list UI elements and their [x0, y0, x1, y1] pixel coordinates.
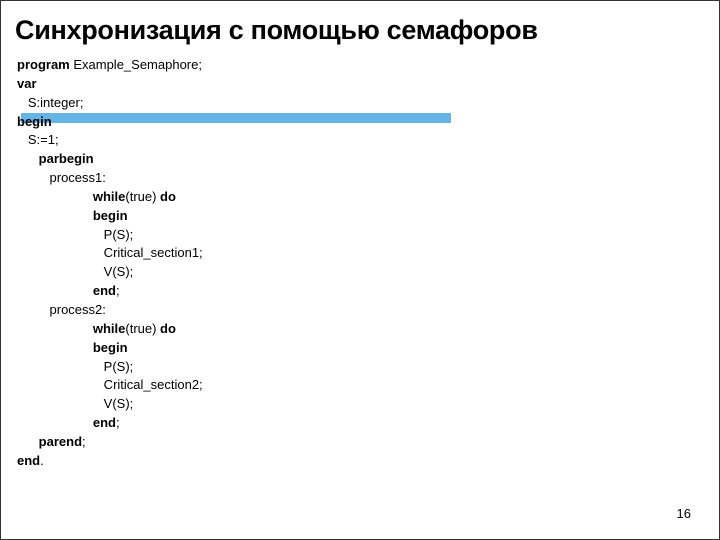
cs2: Critical_section2; — [17, 377, 203, 392]
ps-2: P(S); — [17, 359, 133, 374]
proc1-label: process1: — [17, 170, 106, 185]
while-cond-1: (true) — [125, 189, 160, 204]
kw-program: program — [17, 57, 70, 72]
while-cond-2: (true) — [125, 321, 160, 336]
kw-var: var — [17, 76, 37, 91]
kw-end-1: end — [93, 283, 116, 298]
kw-begin: begin — [17, 114, 52, 129]
kw-do-2: do — [160, 321, 176, 336]
semi-3: ; — [82, 434, 86, 449]
kw-while-1: while — [93, 189, 126, 204]
assign: S:=1; — [17, 132, 59, 147]
slide: Синхронизация с помощью семафоров progra… — [0, 0, 720, 540]
page-number: 16 — [677, 506, 691, 521]
kw-while-2: while — [93, 321, 126, 336]
kw-begin-2: begin — [93, 340, 128, 355]
kw-parend: parend — [39, 434, 82, 449]
slide-title: Синхронизация с помощью семафоров — [1, 1, 719, 50]
kw-do-1: do — [160, 189, 176, 204]
semi-1: ; — [116, 283, 120, 298]
semi-2: ; — [116, 415, 120, 430]
prog-name: Example_Semaphore; — [70, 57, 202, 72]
proc2-label: process2: — [17, 302, 106, 317]
kw-parbegin: parbegin — [39, 151, 94, 166]
ps-1: P(S); — [17, 227, 133, 242]
vs-1: V(S); — [17, 264, 133, 279]
code-block: program Example_Semaphore; var S:integer… — [1, 50, 719, 471]
kw-begin-1: begin — [93, 208, 128, 223]
kw-end-final: end — [17, 453, 40, 468]
kw-end-2: end — [93, 415, 116, 430]
var-decl: S:integer; — [17, 95, 83, 110]
cs1: Critical_section1; — [17, 245, 203, 260]
dot: . — [40, 453, 44, 468]
vs-2: V(S); — [17, 396, 133, 411]
